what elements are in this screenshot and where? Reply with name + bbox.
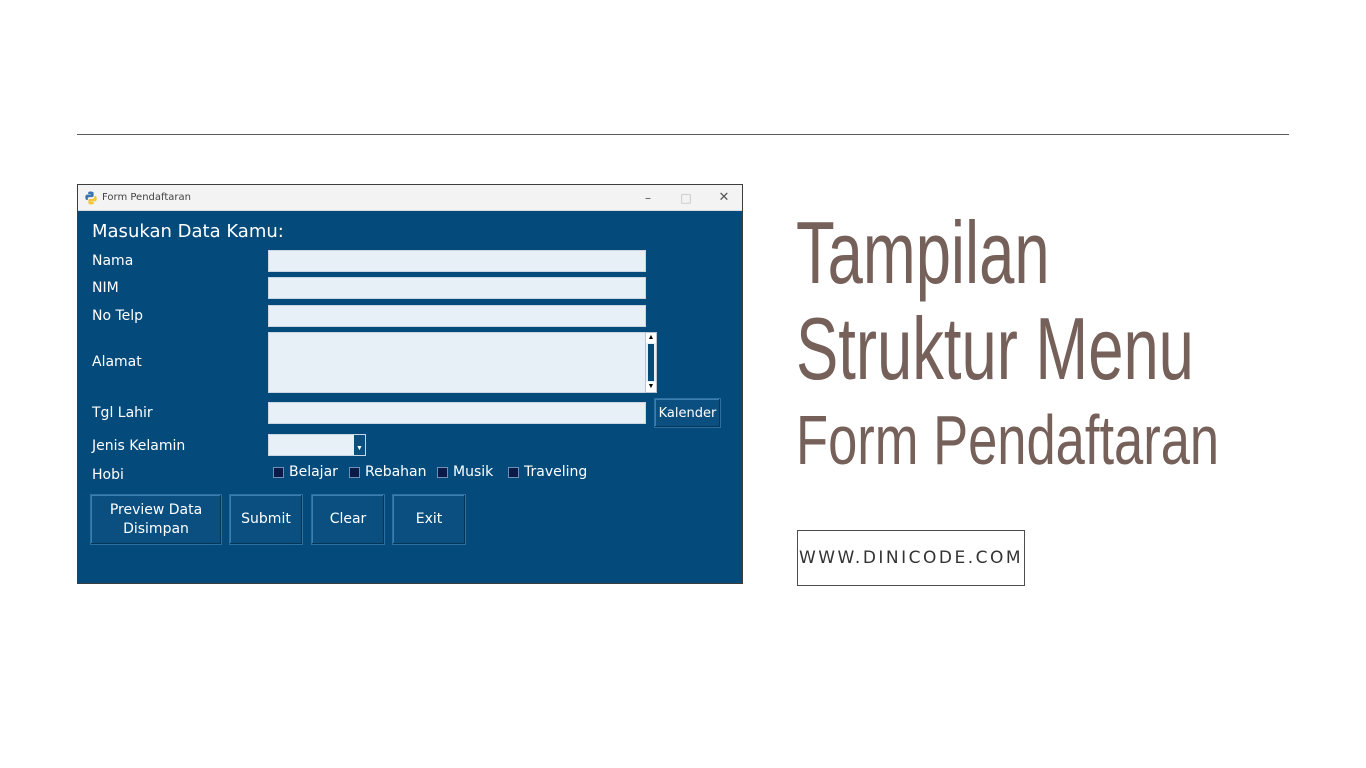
preview-data-button[interactable]: Preview Data Disimpan	[90, 494, 222, 545]
belajar-checkbox[interactable]	[273, 467, 284, 478]
scrollbar-track[interactable]	[648, 344, 654, 381]
musik-checkbox[interactable]	[437, 467, 448, 478]
window-titlebar: Form Pendaftaran – □ ✕	[78, 185, 742, 211]
nama-input[interactable]	[268, 250, 646, 272]
maximize-button[interactable]: □	[667, 185, 705, 211]
clear-button[interactable]: Clear	[311, 494, 385, 545]
rebahan-checkbox[interactable]	[349, 467, 360, 478]
top-divider	[77, 134, 1289, 135]
chevron-down-icon[interactable]: ▼	[354, 435, 365, 455]
nim-input[interactable]	[268, 277, 646, 299]
alamat-textarea[interactable]	[268, 332, 646, 393]
submit-button[interactable]: Submit	[229, 494, 303, 545]
headline-line-1: Tampilan	[796, 203, 1050, 302]
python-app-icon	[85, 191, 97, 205]
scroll-up-icon[interactable]: ▲	[646, 333, 656, 343]
tgl-lahir-input[interactable]	[268, 402, 646, 424]
nama-label: Nama	[92, 253, 134, 269]
traveling-checkbox[interactable]	[508, 467, 519, 478]
hobi-label: Hobi	[92, 467, 124, 483]
traveling-label: Traveling	[524, 464, 588, 480]
nim-label: NIM	[92, 280, 119, 296]
kalender-button[interactable]: Kalender	[654, 398, 721, 428]
form-heading: Masukan Data Kamu:	[92, 221, 284, 242]
rebahan-label: Rebahan	[365, 464, 427, 480]
window-title: Form Pendaftaran	[102, 192, 191, 203]
scroll-down-icon[interactable]: ▼	[646, 382, 656, 392]
no-telp-label: No Telp	[92, 308, 144, 324]
alamat-label: Alamat	[92, 354, 142, 370]
musik-label: Musik	[453, 464, 494, 480]
website-label: WWW.DINICODE.COM	[798, 548, 1024, 568]
headline-line-2: Struktur Menu	[796, 299, 1194, 398]
belajar-label: Belajar	[289, 464, 338, 480]
form-window: Form Pendaftaran – □ ✕ Masukan Data Kamu…	[77, 184, 743, 584]
jenis-kelamin-label: Jenis Kelamin	[92, 438, 186, 454]
form-body: Masukan Data Kamu: Nama NIM No Telp Alam…	[78, 211, 742, 583]
jenis-kelamin-select[interactable]: ▼	[268, 434, 366, 456]
no-telp-input[interactable]	[268, 305, 646, 327]
exit-button[interactable]: Exit	[392, 494, 466, 545]
headline-line-3: Form Pendaftaran	[796, 401, 1220, 479]
close-button[interactable]: ✕	[705, 185, 743, 211]
tgl-lahir-label: Tgl Lahir	[92, 405, 153, 421]
minimize-button[interactable]: –	[629, 185, 667, 211]
website-box: WWW.DINICODE.COM	[797, 530, 1025, 586]
alamat-scrollbar[interactable]: ▲ ▼	[645, 332, 657, 393]
